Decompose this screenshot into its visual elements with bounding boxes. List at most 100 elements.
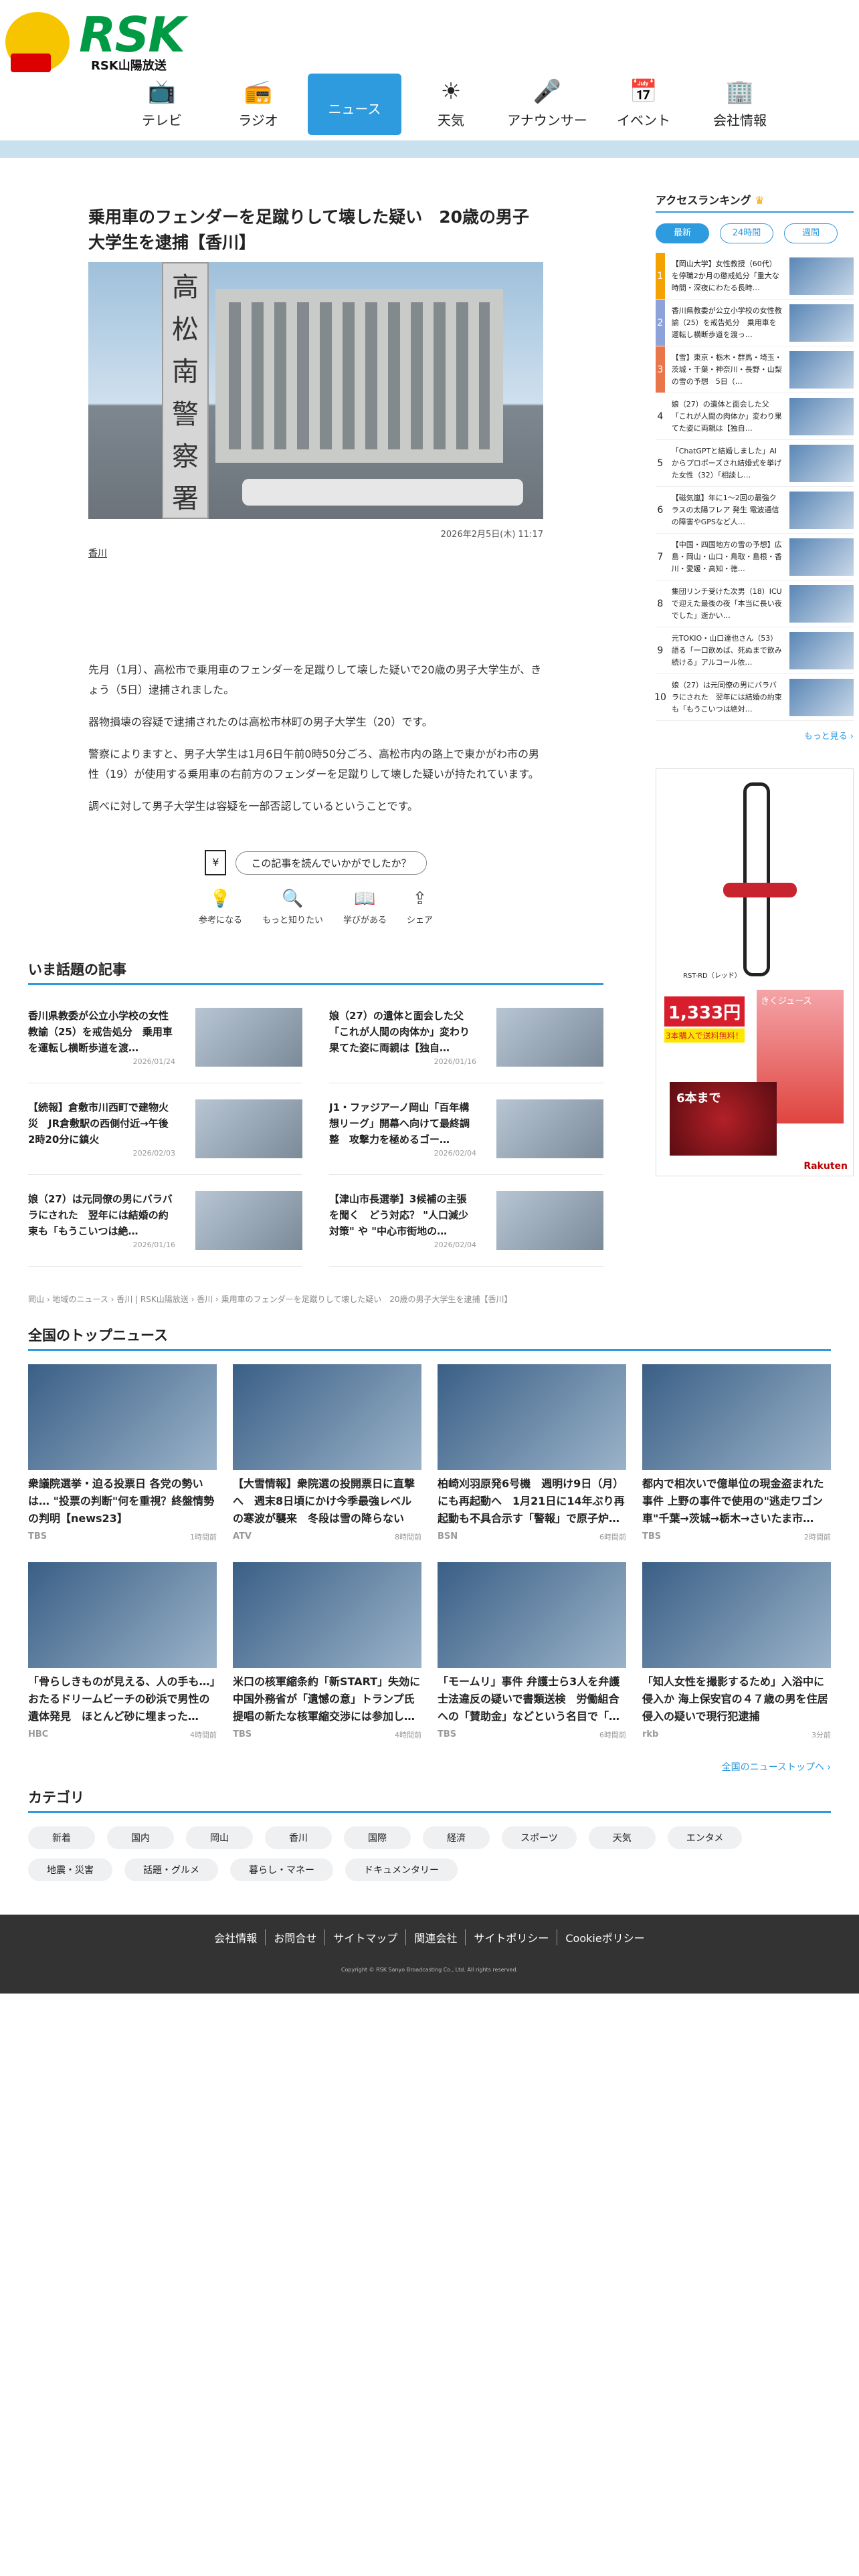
sign-char: 南 <box>172 356 199 388</box>
footer-link[interactable]: お問合せ <box>265 1929 324 1945</box>
ranking-number: 10 <box>654 691 666 703</box>
hot-date: 2026/01/16 <box>434 1057 476 1066</box>
footer-link[interactable]: サイトポリシー <box>465 1929 557 1945</box>
national-thumbnail <box>438 1364 626 1470</box>
ranking-number: 5 <box>657 457 664 469</box>
category-chip[interactable]: 暮らし・マネー <box>230 1858 333 1881</box>
category-chip[interactable]: 国内 <box>107 1826 174 1849</box>
category-chip[interactable]: 天気 <box>588 1826 656 1849</box>
category-chip[interactable]: 国際 <box>344 1826 411 1849</box>
ranking-item[interactable]: 1 【岡山大学】女性教授（60代）を停職2か月の懲戒処分「重大な時間・深夜にわたる… <box>656 253 854 300</box>
share-icon: ⇪ <box>412 889 427 909</box>
ranking-item[interactable]: 5 「ChatGPTと結婚しました」AIからプロポーズされ結婚式を挙げた女性（32… <box>656 440 854 487</box>
ranking-thumbnail <box>789 631 854 669</box>
ranking-item[interactable]: 2 香川県教委が公立小学校の女性教諭（25）を戒告処分 乗用車を運転し横断歩道を渡… <box>656 300 854 346</box>
ranking-title: 元TOKIO・山口達也さん（53）語る「一口飲めば、死ぬまで飲み続ける」アルコー… <box>671 633 782 667</box>
ranking-item[interactable]: 8 集団リンチ受けた次男（18）ICUで迎えた最後の夜「本当に長い夜でした」逝かい… <box>656 580 854 627</box>
hot-heading: いま話題の記事 <box>28 959 603 985</box>
site-header: RSK RSK山陽放送 📺 テレビ 📻 ラジオ ニュース ☀ 天気 🎤 アナウンサー 📅 イベント 🏢… <box>0 0 859 140</box>
hot-article[interactable]: 娘（27）は元同僚の男にバラバラにされた 翌年には結婚の約束も「もうこいつは絶…… <box>28 1175 302 1267</box>
ranking-title: 娘（27）は元同僚の男にバラバラにされた 翌年には結婚の約束も「もうこいつは絶対… <box>672 680 782 714</box>
article-tag[interactable]: 香川 <box>88 546 543 560</box>
feedback-button[interactable]: 💡 参考になる <box>199 889 242 926</box>
logo-text: RSK <box>79 7 185 63</box>
category-chip[interactable]: エンタメ <box>667 1826 743 1849</box>
nav-item-2[interactable]: ニュース <box>308 74 401 135</box>
national-article[interactable]: 都内で相次いで億単位の現金盗まれた事件 上野の事件で使用の"逃走ワゴン車"千葉→… <box>642 1364 831 1542</box>
news-time: 3分前 <box>812 1731 831 1739</box>
national-news: 全国のトップニュース 衆議院選挙・迫る投票日 各党の勢いは… "投票の判断"何を… <box>28 1325 831 1881</box>
category-chip[interactable]: 経済 <box>423 1826 490 1849</box>
national-meta: TBS 4時間前 <box>233 1729 421 1740</box>
nav-item-5[interactable]: 📅 イベント <box>595 74 692 135</box>
national-title: 都内で相次いで億単位の現金盗まれた事件 上野の事件で使用の"逃走ワゴン車"千葉→… <box>642 1477 824 1525</box>
category-chip[interactable]: 新着 <box>28 1826 95 1849</box>
category-chip[interactable]: 話題・グルメ <box>124 1858 218 1881</box>
feedback-button[interactable]: ⇪ シェア <box>407 889 433 926</box>
news-source: BSN <box>438 1531 458 1541</box>
news-time: 4時間前 <box>395 1731 421 1739</box>
ranking-item[interactable]: 3 【雪】東京・栃木・群馬・埼玉・茨城・千葉・神奈川・長野・山梨の雪の予想 5日（… <box>656 346 854 393</box>
site-logo[interactable]: RSK RSK山陽放送 <box>5 7 186 74</box>
hot-article[interactable]: 【津山市長選挙】3候補の主張を聞く どう対応？ "人口減少対策" や "中心市街… <box>329 1175 603 1267</box>
category-chip[interactable]: スポーツ <box>502 1826 577 1849</box>
national-article[interactable]: 衆議院選挙・迫る投票日 各党の勢いは… "投票の判断"何を重視？終盤情勢の判明【… <box>28 1364 217 1542</box>
national-article[interactable]: 柏崎刈羽原発6号機 週明け9日（月）にも再起動へ 1月21日に14年ぶり再起動も… <box>438 1364 626 1542</box>
nav-item-6[interactable]: 🏢 会社情報 <box>692 74 788 135</box>
ranking-tab[interactable]: 最新 <box>656 223 709 243</box>
category-chip[interactable]: 地震・災害 <box>28 1858 112 1881</box>
ranking-tab[interactable]: 24時間 <box>720 223 773 243</box>
feedback-button[interactable]: 📖 学びがある <box>343 889 387 926</box>
rakuten-logo: Rakuten <box>803 1161 848 1172</box>
ranking-thumbnail <box>789 350 854 389</box>
nav-item-4[interactable]: 🎤 アナウンサー <box>499 74 595 135</box>
parked-cars <box>242 479 523 506</box>
footer-link[interactable]: Cookieポリシー <box>557 1929 652 1945</box>
mascot-image <box>5 12 70 72</box>
ranking-tab[interactable]: 週間 <box>784 223 838 243</box>
hot-thumbnail <box>195 1191 302 1250</box>
sign-char: 高 <box>172 272 199 303</box>
footer-link[interactable]: サイトマップ <box>324 1929 405 1945</box>
ranking-number: 7 <box>657 551 664 562</box>
ranking-more-link[interactable]: もっと見る › <box>656 729 854 742</box>
hot-article[interactable]: J1・ファジアーノ岡山「百年構想リーグ」開幕へ向けて最終調整 攻撃力を極めるゴー… <box>329 1083 603 1175</box>
news-time: 4時間前 <box>190 1731 217 1739</box>
hot-thumbnail <box>496 1099 603 1158</box>
national-meta: ATV 8時間前 <box>233 1531 421 1542</box>
ad-banner[interactable]: RST-RD（レッド） 1,333円 3本購入で送料無料！ きくジュース 6本ま… <box>656 768 854 1176</box>
hot-article[interactable]: 香川県教委が公立小学校の女性教諭（25）を戒告処分 乗用車を運転し横断歩道を渡…… <box>28 992 302 1083</box>
national-more-link[interactable]: 全国のニューストップへ › <box>28 1760 831 1774</box>
national-article[interactable]: 米口の核軍縮条約「新START」失効に中国外務省が「遺憾の意」トランプ氏提唱の新… <box>233 1562 421 1740</box>
nav-label: アナウンサー <box>507 112 587 128</box>
nav-item-0[interactable]: 📺 テレビ <box>114 74 210 135</box>
category-chip[interactable]: 岡山 <box>186 1826 253 1849</box>
national-thumbnail <box>438 1562 626 1668</box>
hot-article[interactable]: 娘（27）の遺体と面会した父「これが人間の肉体か」変わり果てた姿に両親は【独自…… <box>329 992 603 1083</box>
article: 乗用車のフェンダーを足蹴りして壊した疑い 20歳の男子大学生を逮捕【香川】 高松… <box>28 205 543 926</box>
feedback-button[interactable]: 🔍 もっと知りたい <box>262 889 323 926</box>
ranking-item[interactable]: 4 娘（27）の遺体と面会した父「これが人間の肉体か」変わり果てた姿に両親は【独自… <box>656 393 854 440</box>
national-article[interactable]: 「骨らしきものが見える、人の手も…」おたるドリームビーチの砂浜で男性の遺体発見 … <box>28 1562 217 1740</box>
nav-label: ニュース <box>328 100 381 117</box>
category-chip[interactable]: 香川 <box>265 1826 332 1849</box>
nav-label: テレビ <box>142 112 182 128</box>
ranking-item[interactable]: 6 【磁気嵐】年に1～2回の最強クラスの太陽フレア 発生 電波通信の障害やGPSな… <box>656 487 854 534</box>
hot-list: 香川県教委が公立小学校の女性教諭（25）を戒告処分 乗用車を運転し横断歩道を渡…… <box>28 992 603 1267</box>
nav-item-1[interactable]: 📻 ラジオ <box>210 74 306 135</box>
national-article[interactable]: 【大雪情報】衆院選の投開票日に直撃へ 週末8日頃にかけ今季最強レベルの寒波が襲来… <box>233 1364 421 1542</box>
national-article[interactable]: 「モームリ」事件 弁護士ら3人を弁護士法違反の疑いで書類送検 労働組合への「賛助… <box>438 1562 626 1740</box>
hot-text: 娘（27）は元同僚の男にバラバラにされた 翌年には結婚の約束も「もうこいつは絶…… <box>28 1191 175 1250</box>
national-article[interactable]: 「知人女性を撮影するため」入浴中に侵入か 海上保安官の４７歳の男を住居侵入の疑い… <box>642 1562 831 1740</box>
nav-item-3[interactable]: ☀ 天気 <box>403 74 499 135</box>
hot-article[interactable]: 【続報】倉敷市川西町で建物火災 JR倉敷駅の西側付近→午後2時20分に鎮火 202… <box>28 1083 302 1175</box>
ranking-thumbnail <box>789 257 854 295</box>
footer-link[interactable]: 関連会社 <box>405 1929 465 1945</box>
breadcrumb[interactable]: 岡山 › 地域のニュース › 香川 | RSK山陽放送 › 香川 › 乗用車のフ… <box>28 1293 603 1305</box>
ranking-item[interactable]: 9 元TOKIO・山口達也さん（53）語る「一口飲めば、死ぬまで飲み続ける」アルコ… <box>656 627 854 674</box>
ranking-item[interactable]: 10 娘（27）は元同僚の男にバラバラにされた 翌年には結婚の約束も「もうこいつは… <box>654 674 854 721</box>
ranking-item[interactable]: 7 【中国・四国地方の雪の予想】広島・岡山・山口・鳥取・島根・香川・愛媛・高知・徳… <box>656 534 854 580</box>
book-icon: 📖 <box>354 889 376 909</box>
footer-link[interactable]: 会社情報 <box>206 1929 265 1945</box>
category-chip[interactable]: ドキュメンタリー <box>345 1858 458 1881</box>
